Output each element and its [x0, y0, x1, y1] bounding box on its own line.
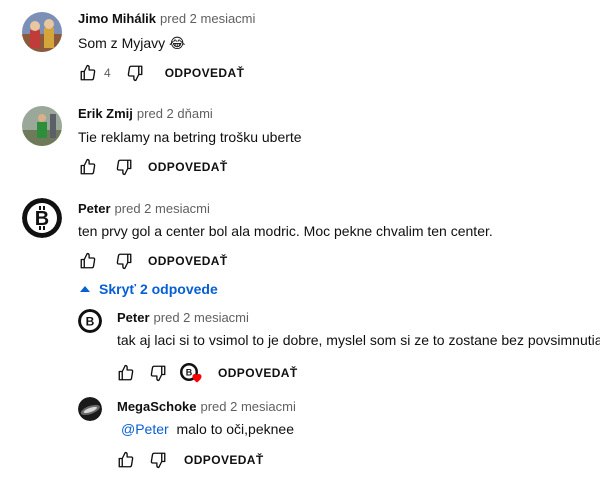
reply-button[interactable]: ODPOVEDAŤ: [218, 366, 298, 380]
comment-actions: ODPOVEDAŤ: [78, 157, 228, 177]
like-count: 4: [104, 66, 111, 80]
dislike-icon[interactable]: [148, 450, 168, 470]
reply-text: @Peter malo to oči,peknee: [121, 420, 294, 438]
dislike-icon[interactable]: [125, 63, 145, 83]
comment-text: Tie reklamy na betring trošku uberte: [78, 129, 302, 145]
dislike-icon[interactable]: [114, 251, 134, 271]
avatar[interactable]: B: [22, 198, 62, 238]
reply-actions: ODPOVEDAŤ: [116, 450, 264, 470]
comment-header: Peter pred 2 mesiacmi: [78, 201, 210, 217]
timestamp[interactable]: pred 2 mesiacmi: [115, 201, 210, 216]
comment-actions: 4 ODPOVEDAŤ: [78, 63, 244, 83]
hide-replies-button[interactable]: Skryť 2 odpovede: [78, 281, 218, 297]
dislike-icon[interactable]: [114, 157, 134, 177]
avatar[interactable]: [22, 106, 62, 146]
timestamp[interactable]: pred 2 dňami: [137, 106, 213, 121]
author-name[interactable]: Peter: [78, 201, 111, 216]
timestamp[interactable]: pred 2 mesiacmi: [154, 310, 249, 325]
like-icon[interactable]: [78, 63, 98, 83]
like-icon[interactable]: [116, 450, 136, 470]
author-name[interactable]: Jimo Mihálik: [78, 11, 156, 26]
comment-text: Som z Myjavy 😂: [78, 35, 186, 51]
reply-button[interactable]: ODPOVEDAŤ: [165, 66, 245, 80]
comment-actions: ODPOVEDAŤ: [78, 251, 228, 271]
reply-text: tak aj laci si to vsimol to je dobre, my…: [117, 332, 600, 348]
avatar[interactable]: [22, 12, 62, 52]
svg-text:B: B: [86, 315, 95, 329]
timestamp[interactable]: pred 2 mesiacmi: [160, 11, 255, 26]
avatar[interactable]: B: [78, 309, 102, 333]
author-name[interactable]: MegaSchoke: [117, 399, 196, 414]
comment-text: ten prvy gol a center bol ala modric. Mo…: [78, 223, 493, 239]
creator-heart-icon: B: [180, 362, 204, 384]
reply-button[interactable]: ODPOVEDAŤ: [184, 453, 264, 467]
like-icon[interactable]: [116, 363, 136, 383]
like-icon[interactable]: [78, 251, 98, 271]
author-name[interactable]: Erik Zmij: [78, 106, 133, 121]
comment-header: Erik Zmij pred 2 dňami: [78, 106, 213, 122]
dislike-icon[interactable]: [148, 363, 168, 383]
author-name[interactable]: Peter: [117, 310, 150, 325]
reply-actions: B ODPOVEDAŤ: [116, 363, 298, 383]
mention-link[interactable]: @Peter: [121, 421, 169, 437]
svg-text:B: B: [35, 208, 49, 230]
reply-button[interactable]: ODPOVEDAŤ: [148, 254, 228, 268]
caret-up-icon: [80, 286, 90, 292]
avatar[interactable]: [78, 397, 102, 421]
comment-header: Jimo Mihálik pred 2 mesiacmi: [78, 11, 255, 27]
reply-header: Peter pred 2 mesiacmi: [117, 310, 249, 326]
timestamp[interactable]: pred 2 mesiacmi: [200, 399, 295, 414]
reply-header: MegaSchoke pred 2 mesiacmi: [117, 399, 296, 415]
reply-button[interactable]: ODPOVEDAŤ: [148, 160, 228, 174]
like-icon[interactable]: [78, 157, 98, 177]
hide-replies-label: Skryť 2 odpovede: [99, 281, 218, 297]
reply-body: malo to oči,peknee: [176, 421, 294, 437]
